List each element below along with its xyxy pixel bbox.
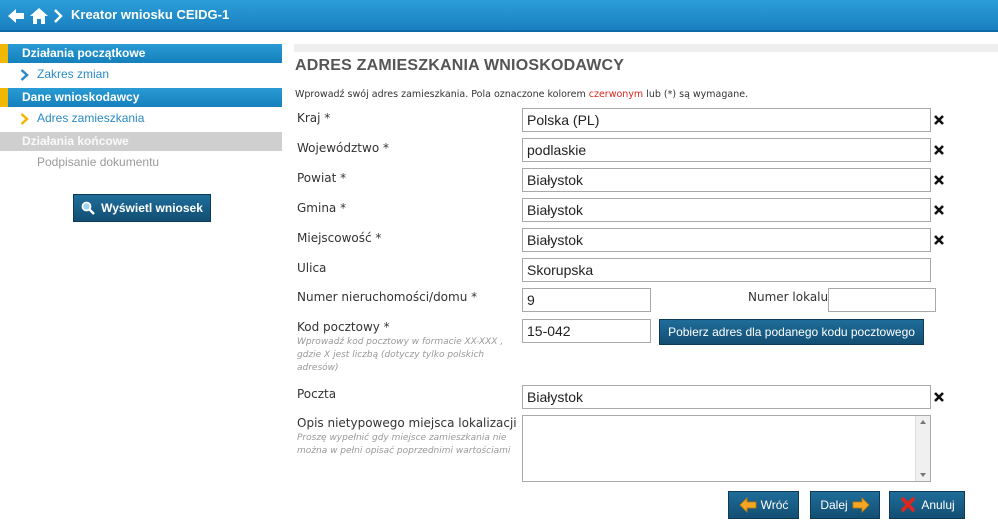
back-button[interactable]: Wróć [728, 491, 799, 519]
arrow-right-icon [852, 497, 870, 513]
postal-code-field[interactable]: 15-042 [522, 319, 651, 343]
magnifier-icon [81, 201, 95, 215]
cancel-x-icon [901, 497, 916, 512]
sidebar-section-start[interactable]: Działania początkowe [0, 44, 282, 63]
fetch-address-button[interactable]: Pobierz adres dla podanego kodu pocztowe… [659, 319, 924, 345]
county-label: Powiat * [297, 171, 347, 185]
voivodeship-label: Województwo * [297, 141, 389, 155]
sidebar-section-end: Działania końcowe [0, 132, 282, 151]
back-button-label: Wróć [760, 498, 789, 512]
clear-x-icon[interactable] [933, 234, 945, 246]
back-arrow-icon[interactable] [6, 6, 26, 26]
sidebar-item-podpisanie: Podpisanie dokumentu [0, 151, 282, 176]
voivodeship-field[interactable]: podlaskie [522, 138, 931, 162]
house-number-label: Numer nieruchomości/domu * [297, 290, 478, 304]
sidebar-item-label: Zakres zmian [37, 67, 110, 81]
home-icon[interactable] [29, 6, 49, 26]
country-field[interactable]: Polska (PL) [522, 108, 931, 132]
postal-code-hint: Wprowadź kod pocztowy w formacie XX-XXX … [297, 337, 504, 373]
post-office-label: Poczta [297, 387, 337, 401]
clear-x-icon[interactable] [933, 114, 945, 126]
location-description-label: Opis nietypowego miejsca lokalizacji [297, 416, 517, 430]
required-color-word: czerwonym [588, 89, 644, 100]
apartment-number-label: Numer lokalu [748, 290, 829, 304]
cancel-button[interactable]: Anuluj [889, 491, 965, 519]
textarea-scrollbar[interactable] [915, 416, 930, 481]
content-header-strip [294, 44, 998, 52]
clear-x-icon[interactable] [933, 391, 945, 403]
street-field[interactable]: Skorupska [522, 258, 931, 282]
sidebar: Działania początkowe Zakres zmian Dane w… [0, 44, 282, 176]
sidebar-item-zakres-zmian[interactable]: Zakres zmian [0, 63, 282, 88]
county-field[interactable]: Białystok [522, 168, 931, 192]
next-button-label: Dalej [820, 498, 848, 512]
country-label: Kraj * [297, 111, 331, 125]
location-description-hint: Proszę wypełnić gdy miejsce zamieszkania… [297, 433, 511, 456]
wizard-title: Kreator wniosku CEIDG-1 [71, 7, 230, 22]
clear-x-icon[interactable] [933, 204, 945, 216]
top-bar: Kreator wniosku CEIDG-1 [0, 0, 998, 32]
view-application-button[interactable]: Wyświetl wniosek [73, 194, 211, 222]
sidebar-item-label: Adres zamieszkania [37, 111, 145, 125]
scroll-down-icon[interactable] [920, 473, 926, 477]
street-label: Ulica [297, 261, 327, 275]
chevron-right-icon [20, 69, 29, 81]
chevron-right-icon [20, 113, 29, 125]
locality-field[interactable]: Białystok [522, 228, 931, 252]
location-description-textarea[interactable] [522, 415, 931, 482]
sidebar-section-applicant[interactable]: Dane wnioskodawcy [0, 88, 282, 107]
clear-x-icon[interactable] [933, 144, 945, 156]
sidebar-item-label: Podpisanie dokumentu [37, 155, 160, 169]
chevron-right-icon [54, 9, 63, 23]
postal-code-label: Kod pocztowy * [297, 320, 390, 334]
scroll-up-icon[interactable] [920, 420, 926, 424]
view-application-label: Wyświetl wniosek [101, 201, 203, 215]
next-button[interactable]: Dalej [810, 491, 880, 519]
post-office-field[interactable]: Białystok [522, 385, 931, 409]
sidebar-item-adres-zamieszkania[interactable]: Adres zamieszkania [0, 107, 282, 132]
commune-label: Gmina * [297, 201, 347, 215]
clear-x-icon[interactable] [933, 174, 945, 186]
page-title: ADRES ZAMIESZKANIA WNIOSKODAWCY [295, 57, 625, 74]
arrow-left-icon [739, 497, 757, 513]
house-number-field[interactable]: 9 [522, 288, 651, 312]
intro-text: Wprowadź swój adres zamieszkania. Pola o… [295, 89, 749, 100]
apartment-number-field[interactable] [828, 288, 936, 312]
cancel-button-label: Anuluj [921, 498, 955, 512]
locality-label: Miejscowość * [297, 231, 382, 245]
commune-field[interactable]: Białystok [522, 198, 931, 222]
